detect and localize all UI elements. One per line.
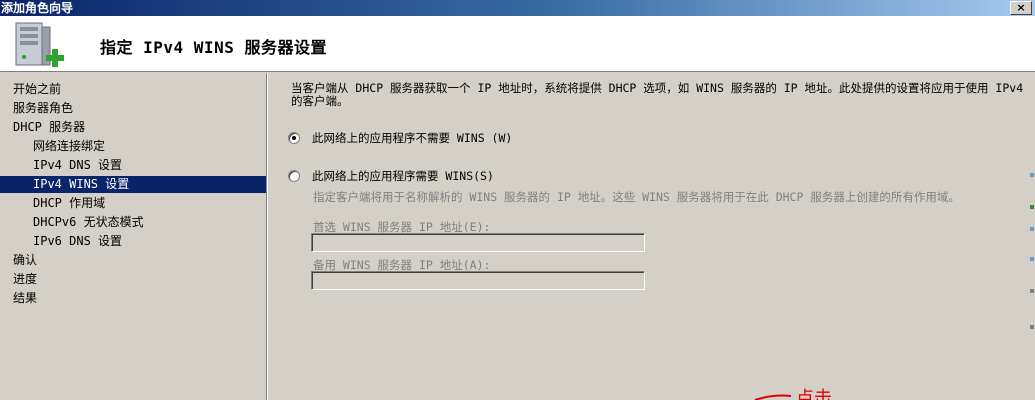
wizard-header: 指定 IPv4 WINS 服务器设置 (0, 16, 1035, 72)
radio-unchecked-icon[interactable] (288, 170, 300, 182)
desktop-fragment (1030, 205, 1034, 209)
alternate-wins-ip-field[interactable] (311, 271, 645, 290)
radio-wins-not-required-label[interactable]: 此网络上的应用程序不需要 WINS (W) (312, 130, 512, 146)
sidebar-item-dhcp-server[interactable]: DHCP 服务器 (0, 119, 266, 136)
title-bar: 添加角色向导 × (0, 0, 1035, 16)
sidebar-item-progress[interactable]: 进度 (0, 271, 266, 288)
sidebar-item-network-binding[interactable]: 网络连接绑定 (0, 138, 266, 155)
page-title: 指定 IPv4 WINS 服务器设置 (100, 38, 327, 57)
sidebar-item-results[interactable]: 结果 (0, 290, 266, 307)
wizard-steps-sidebar: 开始之前 服务器角色 DHCP 服务器 网络连接绑定 IPv4 DNS 设置 I… (0, 73, 266, 400)
sidebar-item-ipv6-dns[interactable]: IPv6 DNS 设置 (0, 233, 266, 250)
close-icon: × (1016, 1, 1026, 14)
radio-wins-required-label[interactable]: 此网络上的应用程序需要 WINS(S) (312, 168, 494, 184)
close-button[interactable]: × (1010, 1, 1032, 15)
desktop-fragment (1030, 289, 1034, 293)
desktop-fragment (1030, 257, 1034, 261)
sidebar-item-server-roles[interactable]: 服务器角色 (0, 100, 266, 117)
annotation-text: 点击 (796, 388, 832, 400)
preferred-wins-ip-field[interactable] (311, 233, 645, 252)
radio-wins-required[interactable]: 此网络上的应用程序需要 WINS(S) (288, 168, 494, 184)
desktop-fragment (1030, 227, 1034, 231)
sidebar-item-before-you-begin[interactable]: 开始之前 (0, 81, 266, 98)
sidebar-item-dhcp-scopes[interactable]: DHCP 作用域 (0, 195, 266, 212)
server-add-icon (15, 22, 64, 67)
radio-wins-not-required[interactable]: 此网络上的应用程序不需要 WINS (W) (288, 130, 512, 146)
desktop-fragment (1030, 325, 1034, 329)
sidebar-item-confirmation[interactable]: 确认 (0, 252, 266, 269)
background-desktop-strip (1029, 165, 1035, 365)
desktop-fragment (1030, 173, 1034, 177)
radio-checked-icon[interactable] (288, 132, 300, 144)
sidebar-item-ipv4-wins[interactable]: IPv4 WINS 设置 (0, 176, 266, 193)
page-description: 当客户端从 DHCP 服务器获取一个 IP 地址时，系统将提供 DHCP 选项，… (291, 81, 1024, 108)
window-title: 添加角色向导 (1, 1, 74, 15)
wins-hint-text: 指定客户端将用于名称解析的 WINS 服务器的 IP 地址。这些 WINS 服务… (313, 190, 960, 204)
sidebar-item-dhcpv6-stateless[interactable]: DHCPv6 无状态模式 (0, 214, 266, 231)
sidebar-item-ipv4-dns[interactable]: IPv4 DNS 设置 (0, 157, 266, 174)
wizard-content: 当客户端从 DHCP 服务器获取一个 IP 地址时，系统将提供 DHCP 选项，… (268, 73, 1035, 400)
